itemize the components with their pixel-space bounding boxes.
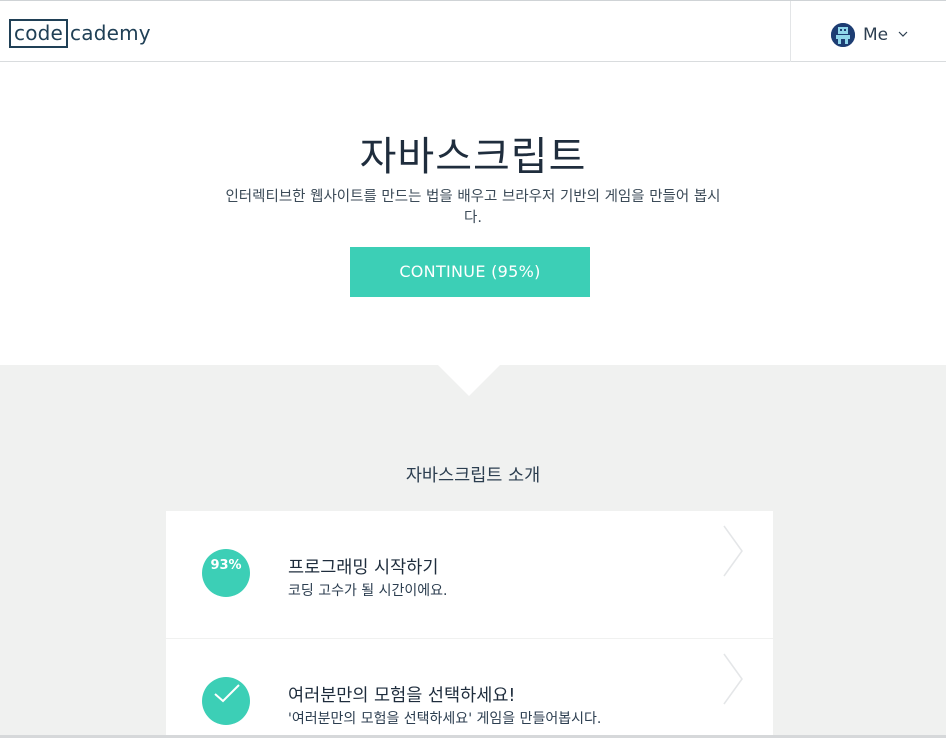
section-title: 자바스크립트 소개 [405, 466, 541, 486]
logo-cademy-part: cademy [70, 21, 151, 45]
continue-button[interactable]: CONTINUE (95%) [350, 247, 590, 297]
codecademy-logo[interactable]: code cademy [9, 19, 151, 48]
user-menu[interactable]: Me [790, 1, 946, 62]
section-notch [438, 365, 500, 396]
course-hero: 자바스크립트 인터렉티브한 웹사이트를 만드는 법을 배우고 브라우저 기반의 … [0, 62, 946, 365]
chevron-right-icon[interactable] [722, 653, 744, 705]
unit-title: 여러분만의 모험을 선택하세요! [288, 686, 516, 706]
course-description: 인터렉티브한 웹사이트를 만드는 법을 배우고 브라우저 기반의 게임을 만들어… [225, 189, 721, 226]
user-menu-label[interactable]: Me [863, 25, 888, 45]
unit-card[interactable]: 93% 프로그래밍 시작하기 코딩 고수가 될 시간이에요. [166, 511, 773, 638]
unit-title: 프로그래밍 시작하기 [288, 558, 439, 578]
logo-code-part: code [9, 19, 69, 48]
progress-badge: 93% [202, 549, 250, 597]
progress-percent: 93% [210, 558, 242, 573]
unit-subtitle: 코딩 고수가 될 시간이에요. [288, 583, 448, 599]
unit-card[interactable]: 여러분만의 모험을 선택하세요! '여러분만의 모험을 선택하세요' 게임을 만… [166, 639, 773, 738]
user-avatar-icon[interactable] [831, 23, 855, 47]
course-title: 자바스크립트 [359, 134, 587, 180]
checkmark-icon [214, 684, 240, 703]
completed-badge [202, 677, 250, 725]
chevron-down-icon[interactable] [898, 31, 908, 37]
unit-subtitle: '여러분만의 모험을 선택하세요' 게임을 만들어봅시다. [288, 711, 602, 727]
chevron-right-icon[interactable] [722, 525, 744, 577]
top-navigation-bar: code cademy Me [0, 0, 946, 62]
